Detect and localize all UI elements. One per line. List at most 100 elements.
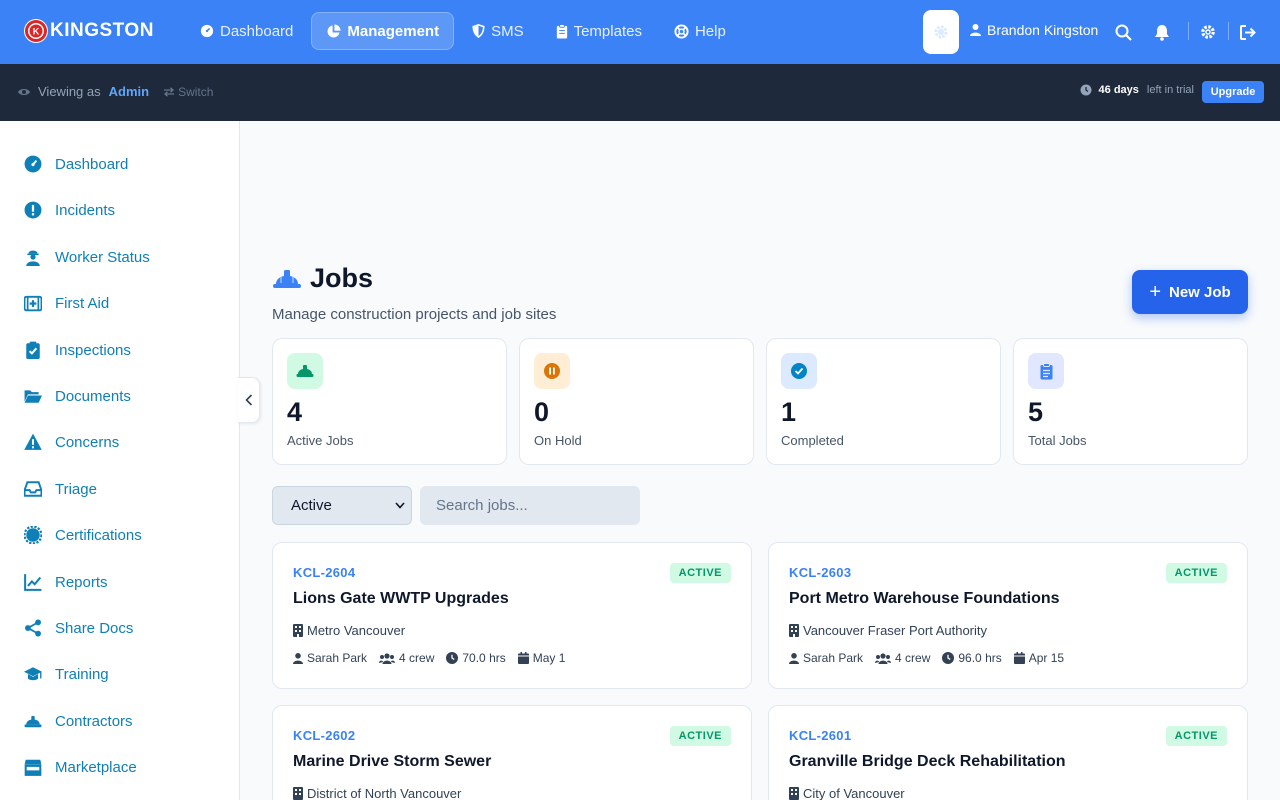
- job-card[interactable]: KCL-2604 ACTIVE Lions Gate WWTP Upgrades…: [272, 542, 752, 689]
- job-code: KCL-2602: [293, 728, 356, 743]
- search-jobs-input[interactable]: Search jobs...: [420, 486, 640, 525]
- svg-text:K: K: [33, 27, 40, 37]
- clock-icon: [1080, 84, 1092, 96]
- lifebuoy-icon: [674, 23, 689, 39]
- warning-triangle-icon: [24, 433, 42, 450]
- sidebar-item-share-docs[interactable]: Share Docs: [24, 619, 133, 637]
- trial-suffix: left in trial: [1146, 84, 1194, 96]
- pause-icon: [534, 353, 570, 389]
- viewing-as-label: Viewing as: [38, 84, 101, 99]
- nav-management[interactable]: Management: [311, 12, 455, 50]
- page-subtitle: Manage construction projects and job sit…: [272, 306, 557, 323]
- nav-templates[interactable]: Templates: [542, 12, 656, 50]
- folder-open-icon: [24, 390, 42, 403]
- job-org: City of Vancouver: [789, 786, 905, 800]
- brand-logo[interactable]: K KINGSTON: [24, 19, 154, 43]
- sidebar-item-label: Training: [55, 665, 109, 683]
- sidebar-item-label: Contractors: [55, 712, 133, 730]
- sidebar-item-inspections[interactable]: Inspections: [24, 341, 131, 359]
- nav-help[interactable]: Help: [660, 12, 740, 50]
- switch-label: Switch: [178, 84, 214, 99]
- upgrade-button[interactable]: Upgrade: [1202, 81, 1264, 103]
- sidebar-item-concerns[interactable]: Concerns: [24, 433, 119, 451]
- job-meta: Sarah Park 4 crew 70.0 hrs May 1: [293, 651, 577, 665]
- nav-help-label: Help: [694, 22, 726, 40]
- sidebar-item-label: Dashboard: [55, 155, 129, 173]
- exchange-icon: [164, 86, 175, 97]
- trial-days: 46 days: [1098, 84, 1139, 96]
- brand-name: KINGSTON: [50, 20, 154, 41]
- sidebar-item-first-aid[interactable]: First Aid: [24, 294, 109, 312]
- sidebar-item-documents[interactable]: Documents: [24, 387, 131, 405]
- gear-icon: [934, 25, 948, 39]
- logout-button[interactable]: [1238, 22, 1258, 42]
- clock-icon: [446, 652, 459, 664]
- search-icon: [1115, 24, 1132, 41]
- stat-card-completed: 1 Completed: [766, 338, 1001, 465]
- logo-icon: K: [24, 19, 48, 43]
- clipboard-icon: [556, 23, 567, 39]
- nav-dashboard[interactable]: Dashboard: [186, 12, 307, 50]
- sidebar-item-training[interactable]: Training: [24, 665, 109, 683]
- job-hours: 96.0 hrs: [942, 651, 1002, 665]
- status-filter-select[interactable]: Active: [272, 486, 412, 525]
- sidebar-item-label: Certifications: [55, 526, 142, 544]
- settings-button[interactable]: [1198, 22, 1218, 42]
- page-title: Jobs: [310, 263, 374, 293]
- job-org: Vancouver Fraser Port Authority: [789, 623, 987, 638]
- stat-card-on-hold: 0 On Hold: [519, 338, 754, 465]
- job-crew-count: 4 crew: [399, 651, 435, 665]
- viewing-role: Admin: [108, 84, 150, 99]
- switch-role-button[interactable]: Switch: [163, 85, 213, 99]
- sidebar-item-label: Worker Status: [55, 248, 150, 266]
- users-icon: [379, 652, 396, 664]
- bell-icon: [1155, 24, 1169, 41]
- job-card[interactable]: KCL-2602 ACTIVE Marine Drive Storm Sewer…: [272, 705, 752, 800]
- job-org-name: City of Vancouver: [803, 786, 905, 800]
- stat-label: On Hold: [534, 433, 582, 448]
- cog-icon: [1201, 25, 1215, 39]
- nav-sms[interactable]: SMS: [458, 12, 538, 50]
- sidebar-item-dashboard[interactable]: Dashboard: [24, 155, 128, 173]
- sidebar-item-marketplace[interactable]: Marketplace: [24, 758, 137, 776]
- user-icon: [293, 652, 303, 664]
- search-button[interactable]: [1113, 22, 1133, 42]
- eye-icon: [18, 88, 30, 95]
- sidebar-item-worker-status[interactable]: Worker Status: [24, 248, 150, 266]
- building-icon: [789, 624, 799, 637]
- job-code: KCL-2604: [293, 565, 356, 580]
- sidebar-item-incidents[interactable]: Incidents: [24, 201, 115, 219]
- stat-value: 0: [534, 397, 550, 427]
- user-menu[interactable]: Brandon Kingston: [970, 22, 1098, 38]
- hard-hat-icon: [24, 715, 42, 728]
- job-org-name: Vancouver Fraser Port Authority: [803, 623, 988, 638]
- top-navbar: K KINGSTON Dashboard Management SMS Temp…: [0, 0, 1280, 64]
- sidebar-collapse-button[interactable]: [238, 377, 260, 423]
- sidebar-item-contractors[interactable]: Contractors: [24, 712, 133, 730]
- new-job-button[interactable]: + New Job: [1132, 270, 1248, 314]
- sidebar-item-triage[interactable]: Triage: [24, 480, 97, 498]
- status-badge: ACTIVE: [1165, 563, 1227, 583]
- stat-card-total: 5 Total Jobs: [1013, 338, 1248, 465]
- users-icon: [875, 652, 892, 664]
- status-filter-value: Active: [291, 497, 332, 514]
- job-manager-name: Sarah Park: [307, 651, 368, 665]
- job-card[interactable]: KCL-2603 ACTIVE Port Metro Warehouse Fou…: [768, 542, 1248, 689]
- job-meta: Sarah Park 4 crew 96.0 hrs Apr 15: [789, 651, 1076, 665]
- job-card[interactable]: KCL-2601 ACTIVE Granville Bridge Deck Re…: [768, 705, 1248, 800]
- status-badge: ACTIVE: [669, 563, 731, 583]
- logout-icon: [1239, 24, 1256, 40]
- notifications-button[interactable]: [1152, 22, 1172, 42]
- sidebar-item-reports[interactable]: Reports: [24, 573, 108, 591]
- building-icon: [789, 787, 799, 800]
- line-chart-icon: [24, 574, 42, 591]
- theme-settings-button[interactable]: [923, 10, 959, 54]
- clock-icon: [942, 652, 955, 664]
- stat-value: 1: [781, 397, 797, 427]
- check-circle-icon: [781, 353, 817, 389]
- job-title: Lions Gate WWTP Upgrades: [293, 590, 509, 607]
- job-date: May 1: [517, 651, 565, 665]
- sidebar-item-certifications[interactable]: Certifications: [24, 526, 142, 544]
- context-bar: Viewing as Admin Switch 46 days left in …: [0, 64, 1280, 121]
- job-org: District of North Vancouver: [293, 786, 461, 800]
